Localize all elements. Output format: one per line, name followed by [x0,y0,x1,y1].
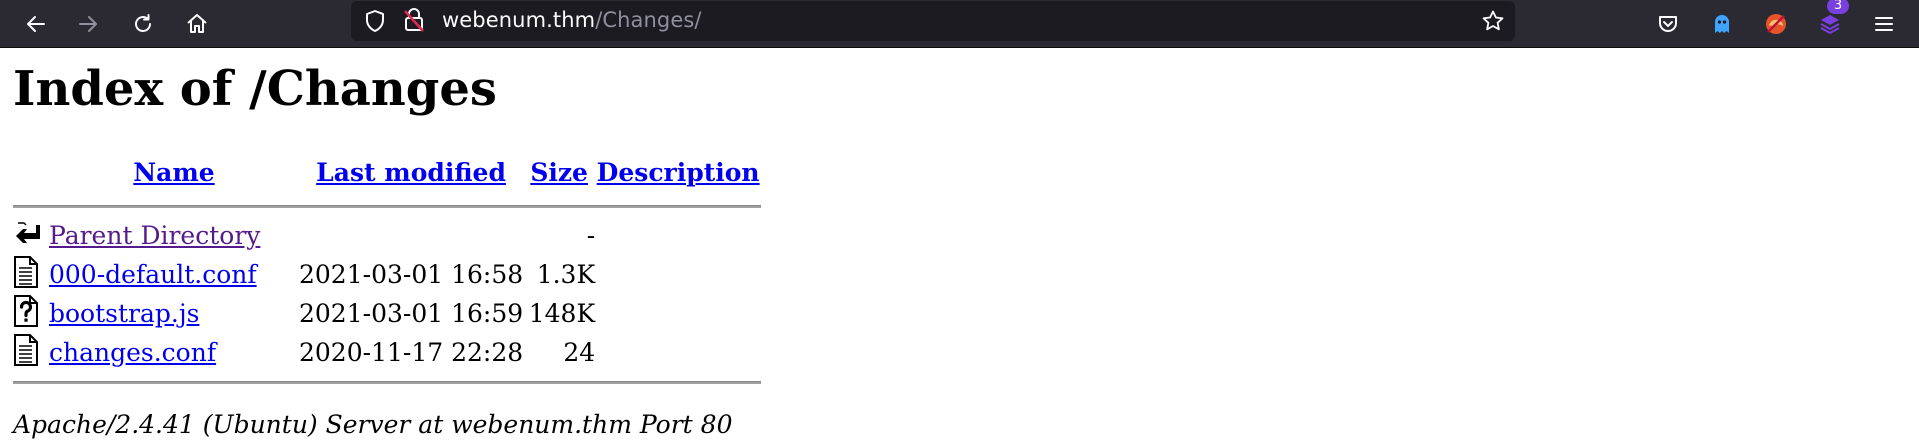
date-cell: 2020-11-17 22:28 [299,338,524,367]
url-path: /Changes/ [595,8,702,32]
icon-column-header [13,148,49,196]
page-title: Index of /Changes [13,61,497,117]
size-cell: 148K [528,299,596,328]
header-row: Name Last modified Size Description [13,148,761,196]
forward-button[interactable] [68,4,108,44]
url-text[interactable]: webenum.thm/Changes/ [442,8,702,32]
extension-avatar-icon [1766,14,1786,34]
description-cell [595,333,761,372]
file-link-bootstrap-js[interactable]: bootstrap.js [49,299,199,328]
separator-row [13,196,762,216]
separator-row [13,372,762,392]
text-file-icon [14,255,38,288]
size-cell: - [586,221,596,250]
pocket-button[interactable] [1648,4,1688,44]
icon-cell [13,216,49,255]
description-cell [595,216,761,255]
reload-icon [135,14,151,32]
browser-toolbar: webenum.thm/Changes/ 3 [0,0,1919,48]
name-cell: Parent Directory [49,216,299,255]
insecure-lock-icon[interactable] [403,7,425,33]
name-cell: bootstrap.js [49,294,299,333]
bookmark-star-icon[interactable] [1481,9,1505,33]
name-cell: changes.conf [49,333,299,372]
home-icon [187,14,207,33]
description-column-header: Description [595,148,761,196]
icon-cell [13,255,49,294]
table-row: changes.conf 2020-11-17 22:28 24 [13,333,761,372]
table-row: bootstrap.js 2021-03-01 16:59 148K [13,294,761,333]
date-cell: 2021-03-01 16:59 [299,299,524,328]
extension-badge: 3 [1827,0,1849,14]
table-row: 000-default.conf 2021-03-01 16:58 1.3K [13,255,761,294]
ghostery-extension-button[interactable] [1702,4,1742,44]
parent-directory-icon [16,221,40,243]
forward-arrow-icon [79,16,97,32]
bottom-divider [13,380,762,384]
ghostery-icon [1715,15,1729,33]
table-row: Parent Directory - [13,216,761,255]
hamburger-menu-icon [1875,17,1893,31]
size-column-header: Size [523,148,595,196]
unknown-file-icon [14,294,38,327]
sort-by-last-modified-link[interactable]: Last modified [316,158,506,187]
sort-by-size-link[interactable]: Size [530,158,588,187]
description-cell [595,255,761,294]
reload-button[interactable] [123,4,163,44]
description-cell [595,294,761,333]
size-cell: 1.3K [536,260,596,289]
extension-avatar-button[interactable] [1756,4,1796,44]
date-cell [299,216,523,255]
icon-cell [13,294,49,333]
sort-by-name-link[interactable]: Name [133,158,214,187]
name-column-header: Name [49,148,299,196]
name-cell: 000-default.conf [49,255,299,294]
file-link-changes-conf[interactable]: changes.conf [49,338,216,367]
app-menu-button[interactable] [1864,4,1904,44]
url-host: webenum.thm [442,8,596,32]
home-button[interactable] [177,4,217,44]
shield-icon[interactable] [363,9,387,33]
icon-cell [13,333,49,372]
sort-by-description-link[interactable]: Description [597,158,760,187]
date-cell: 2021-03-01 16:58 [299,260,524,289]
server-signature: Apache/2.4.41 (Ubuntu) Server at webenum… [13,410,733,439]
last-modified-column-header: Last modified [299,148,523,196]
pocket-icon [1659,16,1677,32]
directory-listing: Name Last modified Size Description Pare… [13,148,762,392]
size-cell: 24 [563,338,596,367]
back-arrow-icon [27,16,45,32]
file-link-000-default-conf[interactable]: 000-default.conf [49,260,257,289]
top-divider [13,204,762,208]
parent-directory-link[interactable]: Parent Directory [49,221,260,250]
extensions-stack-icon [1820,15,1840,35]
back-button[interactable] [16,4,56,44]
url-bar[interactable]: webenum.thm/Changes/ [351,1,1515,41]
text-file-icon [14,333,38,366]
